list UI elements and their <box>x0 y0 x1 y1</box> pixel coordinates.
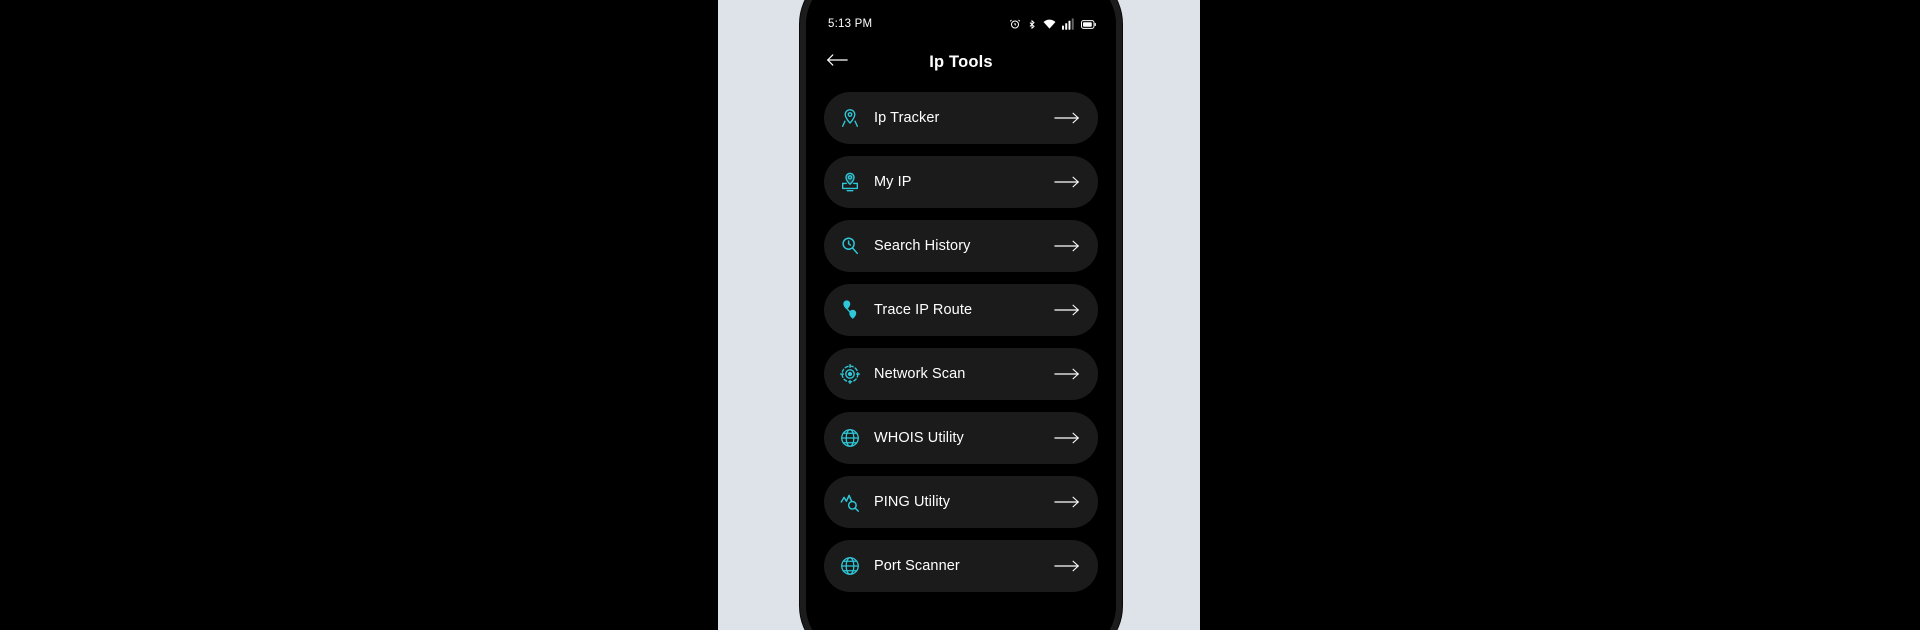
arrow-right-icon <box>1054 303 1080 317</box>
tool-label: Trace IP Route <box>874 302 973 318</box>
tool-item-my-ip[interactable]: My IP <box>824 156 1098 208</box>
route-two-pins-icon <box>838 298 862 322</box>
radar-target-icon <box>838 362 862 386</box>
tool-item-ping-utility[interactable]: PING Utility <box>824 476 1098 528</box>
signal-icon <box>1062 18 1075 30</box>
tool-label: WHOIS Utility <box>874 430 964 446</box>
screenshot-stage: 5:13 PM Ip Tools Ip Tracker My IP Search… <box>0 0 1920 630</box>
tool-item-trace-ip-route[interactable]: Trace IP Route <box>824 284 1098 336</box>
globe-scan-icon <box>838 554 862 578</box>
arrow-right-icon <box>1054 367 1080 381</box>
wifi-icon <box>1043 18 1056 30</box>
page-title: Ip Tools <box>929 52 993 71</box>
tool-item-search-history[interactable]: Search History <box>824 220 1098 272</box>
search-magnifier-icon <box>838 234 862 258</box>
globe-www-icon <box>838 426 862 450</box>
tool-item-network-scan[interactable]: Network Scan <box>824 348 1098 400</box>
tool-label: PING Utility <box>874 494 951 510</box>
tool-label: Network Scan <box>874 366 966 382</box>
tool-list: Ip Tracker My IP Search History Trace IP… <box>806 86 1116 630</box>
location-pin-radar-icon <box>838 106 862 130</box>
back-button[interactable] <box>824 49 850 75</box>
phone-bezel: 5:13 PM Ip Tools Ip Tracker My IP Search… <box>806 0 1116 630</box>
phone-device-frame: 5:13 PM Ip Tools Ip Tracker My IP Search… <box>800 0 1122 630</box>
arrow-right-icon <box>1054 111 1080 125</box>
arrow-right-icon <box>1054 239 1080 253</box>
chart-magnifier-icon <box>838 490 862 514</box>
arrow-right-icon <box>1054 431 1080 445</box>
arrow-right-icon <box>1054 495 1080 509</box>
tool-item-ip-tracker[interactable]: Ip Tracker <box>824 92 1098 144</box>
app-bar: Ip Tools <box>806 38 1116 86</box>
bluetooth-icon <box>1027 18 1037 31</box>
phone-screen: 5:13 PM Ip Tools Ip Tracker My IP Search… <box>806 0 1116 630</box>
status-bar-time: 5:13 PM <box>828 18 873 30</box>
tool-label: Port Scanner <box>874 558 960 574</box>
tool-item-port-scanner[interactable]: Port Scanner <box>824 540 1098 592</box>
tool-item-whois-utility[interactable]: WHOIS Utility <box>824 412 1098 464</box>
tool-label: My IP <box>874 174 912 190</box>
alarm-icon <box>1009 18 1021 30</box>
tool-label: Search History <box>874 238 971 254</box>
arrow-right-icon <box>1054 559 1080 573</box>
battery-icon <box>1081 19 1096 30</box>
pin-on-device-icon <box>838 170 862 194</box>
tool-label: Ip Tracker <box>874 110 940 126</box>
arrow-left-icon <box>826 52 848 73</box>
status-bar: 5:13 PM <box>806 0 1116 38</box>
arrow-right-icon <box>1054 175 1080 189</box>
status-bar-icons <box>1009 18 1096 31</box>
